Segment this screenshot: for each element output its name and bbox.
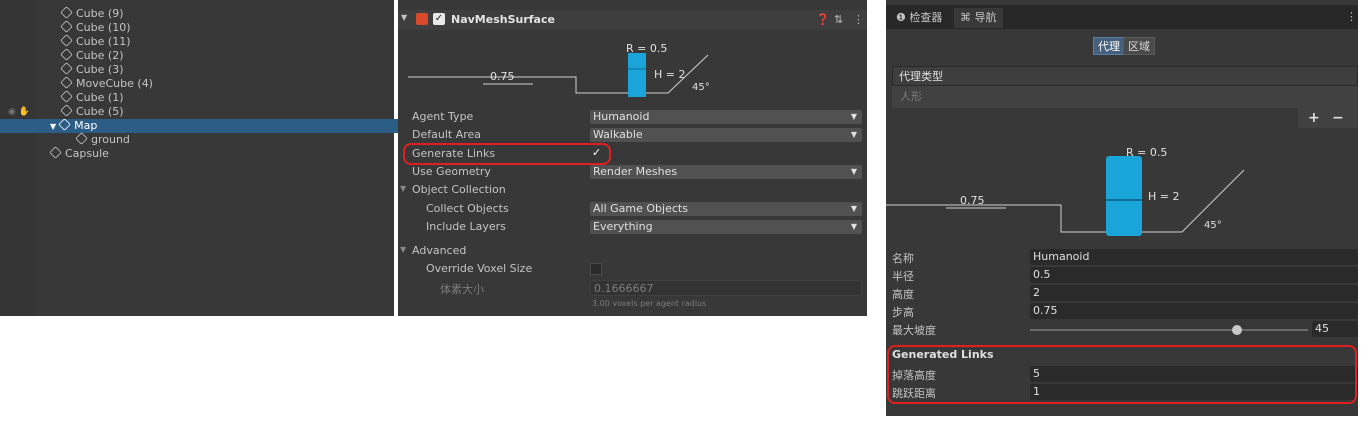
hierarchy-panel: Cube (9) Cube (10) Cube (11) Cube (2) Cu… <box>0 0 444 316</box>
agent-list-item[interactable]: 人形 <box>892 86 1358 108</box>
agent-type-label: Agent Type <box>412 110 474 123</box>
hierarchy-item[interactable]: Cube (10) <box>0 20 455 35</box>
highlight-generated-links <box>887 345 1357 404</box>
component-header[interactable]: ▼ ✓ NavMeshSurface ❓ ⇅ ⋮ <box>398 10 867 30</box>
cube-icon <box>49 146 62 159</box>
max-slope-label: 最大坡度 <box>892 324 936 337</box>
cube-icon <box>60 104 73 117</box>
name-label: 名称 <box>892 252 914 265</box>
diagram-step-label: 0.75 <box>960 194 985 207</box>
preset-icon[interactable]: ⇅ <box>834 13 843 26</box>
cube-icon <box>60 34 73 47</box>
height-label: 高度 <box>892 288 914 301</box>
hierarchy-item[interactable]: Cube (3) <box>0 62 455 77</box>
chevron-down-icon: ▼ <box>850 130 857 139</box>
max-slope-slider-handle[interactable] <box>1232 325 1242 335</box>
radius-label: 半径 <box>892 270 914 283</box>
hierarchy-item-map[interactable]: ▼ Map <box>0 118 444 133</box>
hierarchy-item[interactable]: ◉ ✋ Cube (5) <box>0 104 455 119</box>
expand-arrow-icon[interactable]: ▼ <box>50 122 56 131</box>
use-geometry-dropdown[interactable]: Render Meshes ▼ <box>590 165 862 179</box>
cube-icon <box>60 6 73 19</box>
list-footer <box>1298 108 1358 128</box>
foldout-arrow-icon[interactable]: ▼ <box>400 245 406 254</box>
advanced-label[interactable]: Advanced <box>412 244 466 257</box>
cube-icon <box>60 90 73 103</box>
collect-objects-label: Collect Objects <box>426 202 509 215</box>
enabled-checkbox[interactable]: ✓ <box>433 13 445 25</box>
diagram-radius-label: R = 0.5 <box>626 42 668 55</box>
default-area-label: Default Area <box>412 128 482 141</box>
tab-navigation[interactable]: ⌘ 导航 <box>954 8 1003 28</box>
help-icon[interactable]: ❓ <box>816 13 830 26</box>
foldout-arrow-icon[interactable]: ▼ <box>400 184 406 193</box>
highlight-generate-links <box>403 143 611 165</box>
voxel-hint: 3.00 voxels per agent radius <box>592 299 707 308</box>
object-collection-label[interactable]: Object Collection <box>412 183 506 196</box>
chevron-down-icon: ▼ <box>850 112 857 121</box>
cube-icon <box>60 48 73 61</box>
agent-diagram <box>886 156 1245 236</box>
visibility-eye-icon[interactable]: ◉ ✋ <box>8 105 30 119</box>
navigation-panel: ❶ 检查器 ⌘ 导航 ⋮ 代理 区域 代理类型 人形 + − R = 0.5 H… <box>886 0 1358 416</box>
component-title: NavMeshSurface <box>451 13 555 26</box>
agent-type-dropdown[interactable]: Humanoid ▼ <box>590 110 862 124</box>
hierarchy-item[interactable]: Cube (2) <box>0 48 455 63</box>
diagram-height-label: H = 2 <box>654 68 686 81</box>
chevron-down-icon: ▼ <box>850 222 857 231</box>
diagram-slope-label: 45° <box>1204 220 1222 231</box>
max-slope-field[interactable]: 45 <box>1312 321 1358 337</box>
voxel-size-field: 0.1666667 <box>590 280 862 296</box>
use-geometry-label: Use Geometry <box>412 165 491 178</box>
add-button[interactable]: + <box>1308 110 1320 126</box>
diagram-ground-line <box>886 169 1245 233</box>
voxel-size-label: 体素大小 <box>440 283 484 296</box>
menu-icon[interactable]: ⋮ <box>853 13 864 26</box>
agent-types-header: 代理类型 <box>892 66 1358 86</box>
include-layers-dropdown[interactable]: Everything ▼ <box>590 220 862 234</box>
step-height-label: 步高 <box>892 306 914 319</box>
remove-button[interactable]: − <box>1332 110 1344 126</box>
toggle-agents[interactable]: 代理 <box>1093 37 1125 55</box>
radius-field[interactable]: 0.5 <box>1030 267 1358 283</box>
hierarchy-item[interactable]: Cube (9) <box>0 6 455 21</box>
collect-objects-dropdown[interactable]: All Game Objects ▼ <box>590 202 862 216</box>
chevron-down-icon: ▼ <box>850 204 857 213</box>
agent-cylinder <box>1106 156 1142 236</box>
diagram-slope-label: 45° <box>692 82 710 93</box>
chevron-down-icon: ▼ <box>850 167 857 176</box>
cube-icon <box>58 118 71 131</box>
cube-icon <box>60 62 73 75</box>
hierarchy-item[interactable]: Cube (11) <box>0 34 455 49</box>
max-slope-slider-track[interactable] <box>1030 329 1308 331</box>
height-field[interactable]: 2 <box>1030 285 1358 301</box>
tab-inspector[interactable]: ❶ 检查器 <box>890 8 948 28</box>
diagram-radius-label: R = 0.5 <box>1126 146 1168 159</box>
hierarchy-item[interactable]: MoveCube (4) <box>0 76 455 91</box>
include-layers-label: Include Layers <box>426 220 506 233</box>
info-icon: ❶ <box>896 11 910 24</box>
toggle-areas[interactable]: 区域 <box>1123 37 1155 55</box>
agent-cylinder <box>628 53 646 97</box>
navigation-icon: ⌘ <box>960 11 975 24</box>
menu-icon[interactable]: ⋮ <box>1346 10 1357 23</box>
diagram-step-label: 0.75 <box>490 70 515 83</box>
foldout-arrow-icon[interactable]: ▼ <box>401 13 407 22</box>
cube-icon <box>60 20 73 33</box>
default-area-dropdown[interactable]: Walkable ▼ <box>590 128 862 142</box>
cube-icon <box>75 132 88 145</box>
inspector-panel: ▼ ✓ NavMeshSurface ❓ ⇅ ⋮ R = 0.5 H = 2 0… <box>398 0 867 316</box>
navmesh-component-icon <box>416 13 428 25</box>
hierarchy-item-capsule[interactable]: Capsule <box>0 146 444 161</box>
override-voxel-label: Override Voxel Size <box>426 262 533 275</box>
hierarchy-item[interactable]: Cube (1) <box>0 90 455 105</box>
step-height-field[interactable]: 0.75 <box>1030 303 1358 319</box>
diagram-height-label: H = 2 <box>1148 190 1180 203</box>
override-voxel-checkbox[interactable] <box>590 263 602 275</box>
cube-icon <box>60 76 73 89</box>
name-field[interactable]: Humanoid <box>1030 249 1358 265</box>
